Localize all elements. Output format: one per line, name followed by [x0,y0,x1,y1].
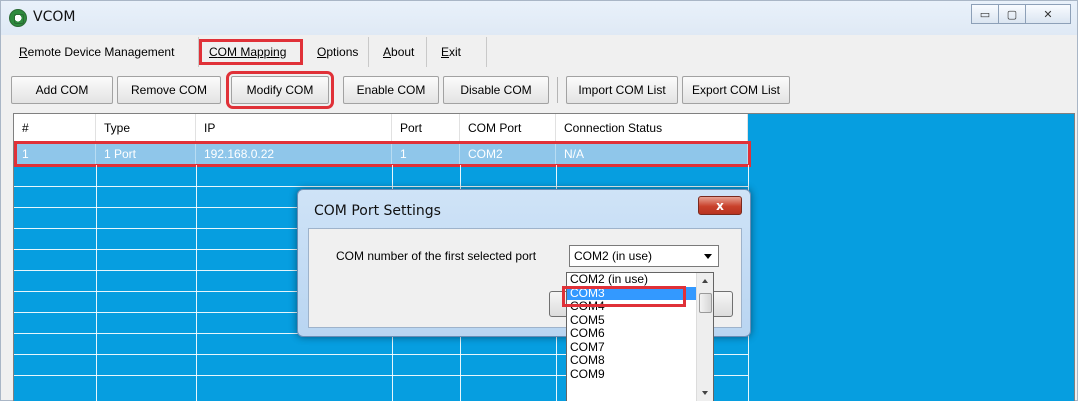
maximize-button[interactable]: ▢ [998,4,1026,24]
window-controls: ▭ ▢ ✕ [971,4,1071,24]
column-header-port[interactable]: Port [392,114,460,142]
menu-mnemonic: C [209,45,218,59]
menu-mnemonic: O [317,45,327,59]
export-com-list-button[interactable]: Export COM List [682,76,790,104]
menu-mnemonic: R [19,45,28,59]
grid-line [14,186,748,187]
dialog-title: COM Port Settings [314,203,441,219]
selected-row-highlight [14,141,751,167]
toolbar-separator [557,77,558,103]
grid-header: # Type IP Port COM Port Connection Statu… [14,114,748,142]
minimize-button[interactable]: ▭ [971,4,999,24]
grid-line [96,165,97,401]
dropdown-option[interactable]: COM7 [567,340,713,355]
menu-mnemonic: A [383,45,392,59]
dropdown-scrollbar[interactable] [696,273,713,401]
remove-com-button[interactable]: Remove COM [117,76,221,104]
scroll-thumb[interactable] [699,293,712,313]
column-header-connection-status[interactable]: Connection Status [556,114,748,142]
menu-label: xit [449,45,462,59]
menu-com-mapping[interactable]: C OM Mapping [199,39,303,65]
column-header-type[interactable]: Type [96,114,196,142]
com-number-select[interactable]: COM2 (in use) [569,245,719,267]
column-header-number[interactable]: # [14,114,96,142]
title-bar: VCOM ▭ ▢ ✕ [1,1,1077,35]
dropdown-option[interactable]: COM5 [567,313,713,328]
dropdown-option[interactable]: COM8 [567,353,713,368]
dropdown-option[interactable]: COM9 [567,367,713,382]
option-highlight-box [562,286,686,307]
window-title: VCOM [33,9,76,25]
menu-remote-device-management[interactable]: Remote Device Management [9,37,199,67]
menu-about[interactable]: About [369,37,427,67]
menu-label: ptions [326,45,359,59]
menu-exit[interactable]: Exit [427,37,487,67]
scroll-up-arrow-icon[interactable] [702,279,708,283]
enable-com-button[interactable]: Enable COM [343,76,439,104]
menu-bar: Remote Device Management C OM Mapping Opt… [9,37,487,67]
dropdown-option[interactable]: COM2 (in use) [567,272,713,287]
grid-line [196,165,197,401]
close-button[interactable]: ✕ [1025,4,1071,24]
menu-label: OM Mapping [217,45,287,59]
column-header-ip[interactable]: IP [196,114,392,142]
disable-com-button[interactable]: Disable COM [443,76,549,104]
menu-label: bout [391,45,415,59]
scroll-down-arrow-icon[interactable] [702,391,708,395]
menu-label: emote Device Management [27,45,175,59]
menu-mnemonic: E [441,45,450,59]
column-header-com-port[interactable]: COM Port [460,114,556,142]
com-number-label: COM number of the first selected port [336,249,537,263]
menu-options[interactable]: Options [303,37,369,67]
import-com-list-button[interactable]: Import COM List [566,76,678,104]
toolbar: Add COM Remove COM Modify COM Enable COM… [11,71,794,109]
add-com-button[interactable]: Add COM [11,76,113,104]
vcom-app-icon [9,9,27,27]
dropdown-option[interactable]: COM6 [567,326,713,341]
vcom-window: VCOM ▭ ▢ ✕ Remote Device Management C OM … [0,0,1078,401]
modify-com-button[interactable]: Modify COM [226,71,334,109]
dialog-close-button[interactable]: x [698,196,742,215]
